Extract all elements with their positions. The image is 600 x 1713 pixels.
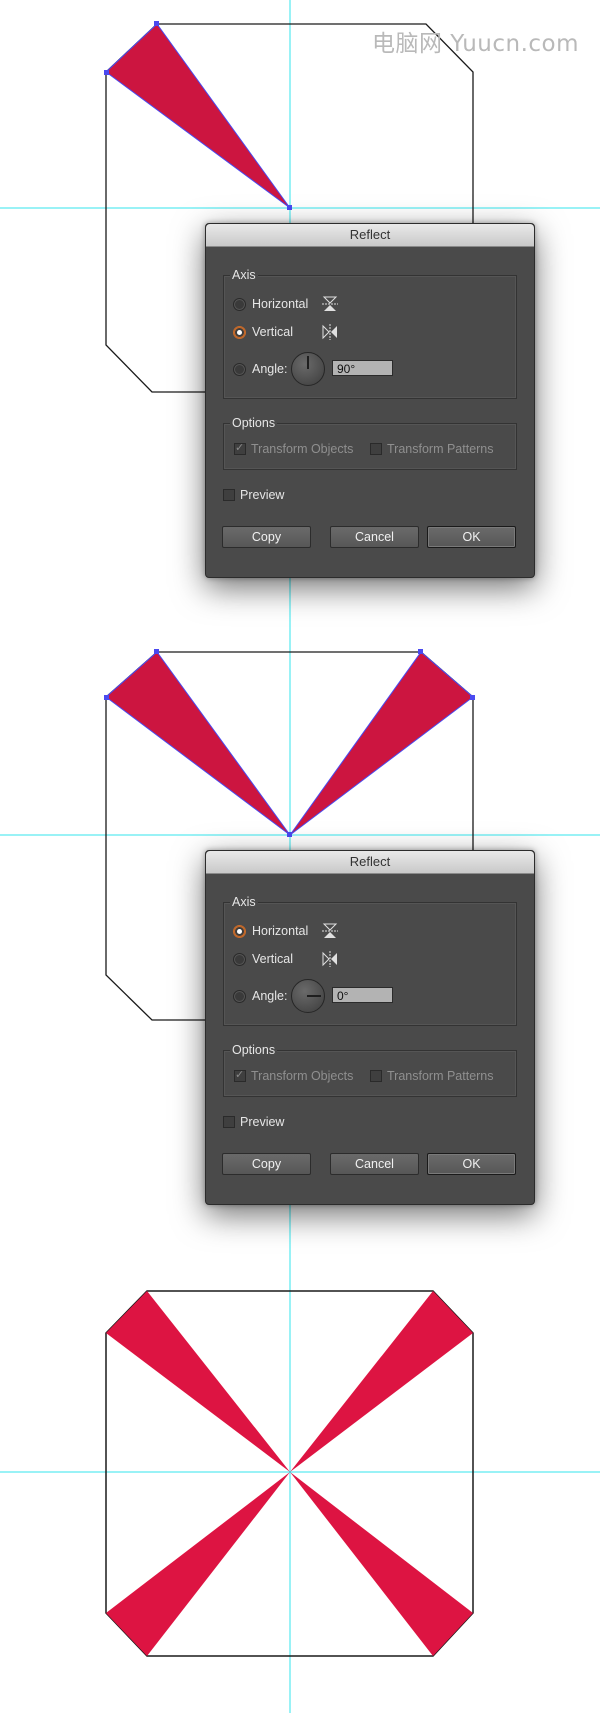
transform-objects-label: Transform Objects (251, 1069, 354, 1083)
angle-label: Angle: (252, 362, 288, 376)
dialog-title: Reflect (206, 851, 534, 874)
horizontal-radio-row[interactable]: Horizontal (233, 924, 308, 938)
transform-objects-row[interactable]: Transform Objects (234, 441, 354, 456)
horizontal-radio-row[interactable]: Horizontal (233, 297, 308, 311)
angle-radio[interactable] (233, 989, 246, 1003)
vertical-radio-row[interactable]: Vertical (233, 325, 293, 339)
anchor-point[interactable] (470, 695, 475, 700)
angle-radio-row[interactable]: Angle: (233, 362, 287, 376)
anchor-point[interactable] (154, 649, 159, 654)
watermark-text: 电脑网 Yuucn.com (372, 31, 580, 57)
axis-group-label: Axis (230, 268, 258, 282)
anchor-point[interactable] (287, 205, 292, 210)
ok-button[interactable]: OK (427, 1153, 516, 1175)
vertical-radio[interactable] (233, 952, 246, 966)
red-triangle-top-left-1[interactable] (105, 23, 291, 209)
transform-patterns-label: Transform Patterns (387, 1069, 494, 1083)
transform-patterns-row[interactable]: Transform Patterns (370, 1069, 494, 1083)
transform-patterns-label: Transform Patterns (387, 442, 494, 456)
copy-button[interactable]: Copy (222, 526, 311, 548)
reflect-horizontal-icon (322, 923, 338, 938)
transform-patterns-checkbox[interactable] (370, 1070, 382, 1082)
cancel-button[interactable]: Cancel (330, 1153, 419, 1175)
reflect-dialog-1: Reflect Axis Horizontal Vertical Angle: … (205, 223, 535, 578)
preview-label: Preview (240, 488, 285, 502)
horizontal-radio[interactable] (233, 297, 246, 311)
reflect-dialog-2: Reflect Axis Horizontal Vertical Angle: … (205, 850, 535, 1205)
angle-input[interactable]: 90° (332, 360, 393, 376)
preview-row[interactable]: Preview (223, 1115, 284, 1129)
copy-button[interactable]: Copy (222, 1153, 311, 1175)
vertical-radio[interactable] (233, 325, 246, 339)
dialog-title: Reflect (206, 224, 534, 247)
preview-checkbox[interactable] (223, 489, 235, 501)
transform-objects-row[interactable]: Transform Objects (234, 1068, 354, 1083)
horizontal-label: Horizontal (252, 924, 309, 938)
preview-checkbox[interactable] (223, 1116, 235, 1128)
ok-button[interactable]: OK (427, 526, 516, 548)
red-triangle-bottom-right-3 (290, 1472, 473, 1656)
preview-row[interactable]: Preview (223, 488, 284, 502)
red-triangle-bottom-left-3 (106, 1472, 290, 1656)
reflect-horizontal-icon (322, 296, 338, 311)
red-triangle-top-right-2[interactable] (289, 651, 474, 836)
reflect-vertical-icon (322, 951, 337, 967)
anchor-point[interactable] (104, 70, 109, 75)
options-group-label: Options (230, 416, 278, 430)
transform-objects-checkbox[interactable] (234, 1068, 246, 1082)
red-triangle-top-right-3 (290, 1291, 473, 1472)
angle-radio[interactable] (233, 362, 246, 376)
horizontal-label: Horizontal (252, 297, 309, 311)
red-triangle-top-left-3 (106, 1291, 290, 1472)
vertical-label: Vertical (252, 325, 293, 339)
options-group-label: Options (230, 1043, 278, 1057)
preview-label: Preview (240, 1115, 285, 1129)
anchor-point[interactable] (104, 695, 109, 700)
axis-group-label: Axis (230, 895, 258, 909)
cancel-button[interactable]: Cancel (330, 526, 419, 548)
angle-radio-row[interactable]: Angle: (233, 989, 287, 1003)
red-triangle-top-left-2[interactable] (105, 651, 291, 836)
anchor-point[interactable] (287, 832, 292, 837)
angle-dial[interactable] (291, 352, 325, 386)
transform-objects-label: Transform Objects (251, 442, 354, 456)
transform-patterns-checkbox[interactable] (370, 443, 382, 455)
reflect-vertical-icon (322, 324, 337, 340)
angle-label: Angle: (252, 989, 288, 1003)
vertical-label: Vertical (252, 952, 293, 966)
anchor-point[interactable] (154, 21, 159, 26)
vertical-radio-row[interactable]: Vertical (233, 952, 293, 966)
transform-patterns-row[interactable]: Transform Patterns (370, 442, 494, 456)
angle-dial[interactable] (291, 979, 325, 1013)
angle-input[interactable]: 0° (332, 987, 393, 1003)
transform-objects-checkbox[interactable] (234, 441, 246, 455)
horizontal-radio[interactable] (233, 924, 246, 938)
anchor-point[interactable] (418, 649, 423, 654)
